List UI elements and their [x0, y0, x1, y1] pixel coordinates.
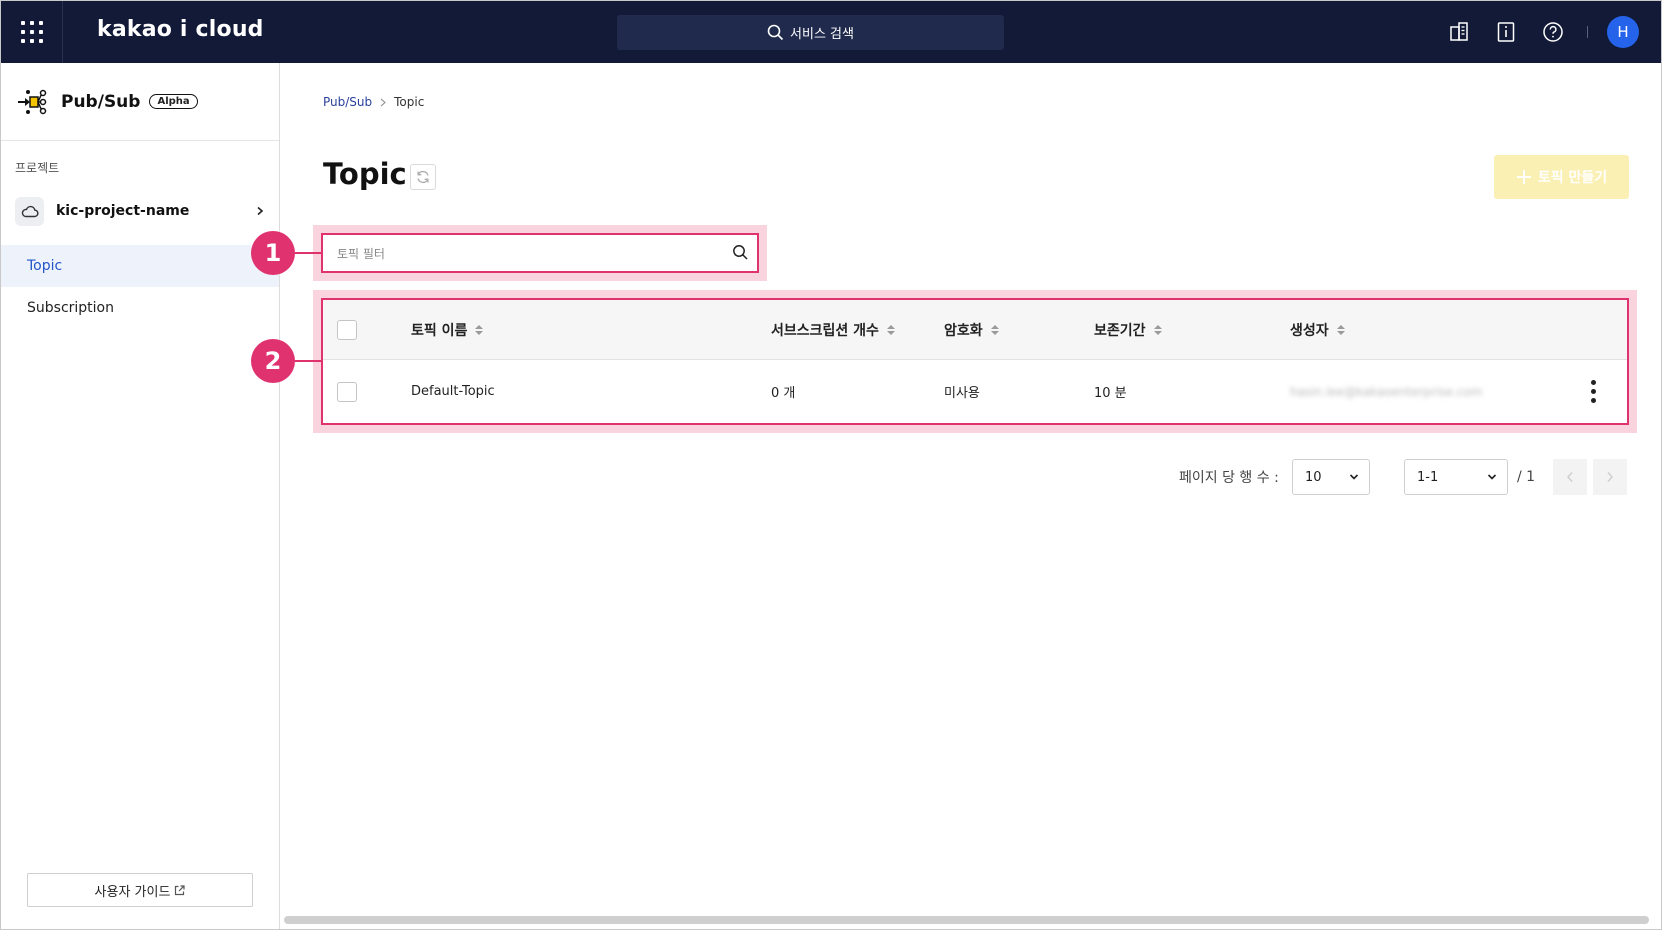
- refresh-button[interactable]: [410, 164, 436, 190]
- project-label: 프로젝트: [15, 161, 60, 175]
- next-page-button[interactable]: [1593, 459, 1627, 495]
- marker-2-leader: [295, 360, 323, 362]
- chevron-right-icon: [257, 206, 264, 216]
- column-header-topic-name[interactable]: 토픽 이름: [411, 300, 484, 359]
- column-header-label: 서브스크립션 개수: [771, 322, 879, 339]
- breadcrumb-separator-icon: [380, 98, 387, 106]
- page-range-select[interactable]: 1-1: [1404, 459, 1508, 495]
- plus-icon: [1516, 170, 1531, 184]
- chevron-down-icon: [1487, 474, 1497, 480]
- header-checkbox-cell: [337, 300, 357, 359]
- search-placeholder: 서비스 검색: [790, 27, 854, 42]
- service-name: Pub/Sub: [61, 91, 141, 112]
- cell-creator: hasin.lee@kakaoenterprise.com: [1290, 384, 1483, 399]
- table-header: 토픽 이름 서브스크립션 개수 암호화 보존기간 생성자: [323, 300, 1627, 360]
- rows-per-page-select[interactable]: 10: [1292, 459, 1370, 495]
- refresh-icon: [417, 170, 429, 184]
- service-header: Pub/Sub Alpha: [1, 63, 279, 141]
- user-guide-label: 사용자 가이드: [94, 884, 171, 900]
- user-avatar[interactable]: H: [1607, 16, 1639, 48]
- sort-icon: [886, 324, 895, 335]
- rows-per-page-label: 페이지 당 행 수 :: [1179, 470, 1279, 486]
- column-header-label: 암호화: [944, 322, 983, 339]
- sort-icon: [475, 324, 484, 335]
- filter-placeholder: 토픽 필터: [337, 247, 385, 261]
- chevron-down-icon: [1349, 474, 1359, 480]
- sort-icon: [1153, 324, 1162, 335]
- grid-menu-icon[interactable]: [1, 1, 63, 63]
- cell-subscriptions: 0 개: [771, 386, 796, 401]
- rows-per-page-value: 10: [1305, 469, 1322, 485]
- column-header-retention[interactable]: 보존기간: [1094, 300, 1162, 359]
- project-name: kic-project-name: [56, 203, 190, 219]
- column-header-label: 보존기간: [1094, 322, 1146, 339]
- row-checkbox[interactable]: [337, 381, 357, 402]
- sidebar-item-subscription[interactable]: Subscription: [1, 287, 279, 329]
- marker-2: 2: [251, 339, 295, 383]
- breadcrumb: Pub/Sub Topic: [323, 95, 424, 109]
- cell-encryption: 미사용: [944, 386, 980, 401]
- topic-table: 토픽 이름 서브스크립션 개수 암호화 보존기간 생성자 Default-Top…: [321, 298, 1629, 425]
- breadcrumb-current: Topic: [394, 95, 425, 109]
- cell-retention: 10 분: [1094, 386, 1127, 401]
- column-header-label: 토픽 이름: [411, 322, 468, 339]
- chevron-right-icon: [1607, 472, 1614, 482]
- column-header-subscriptions[interactable]: 서브스크립션 개수: [771, 300, 895, 359]
- topic-filter-input[interactable]: 토픽 필터: [321, 233, 759, 273]
- cloud-icon: [15, 196, 44, 226]
- page-title: Topic: [323, 157, 407, 191]
- table-row[interactable]: Default-Topic 0 개 미사용 10 분 hasin.lee@kak…: [323, 361, 1627, 422]
- alpha-badge: Alpha: [149, 94, 198, 109]
- sidebar-item-topic[interactable]: Topic: [1, 245, 279, 287]
- breadcrumb-link-pubsub[interactable]: Pub/Sub: [323, 95, 372, 109]
- previous-page-button[interactable]: [1553, 459, 1587, 495]
- top-navigation-bar: kakao i cloud 서비스 검색 H: [1, 1, 1661, 63]
- create-topic-label: 토픽 만들기: [1537, 170, 1608, 186]
- row-actions-menu[interactable]: [1591, 361, 1596, 422]
- sidebar: Pub/Sub Alpha 프로젝트 kic-project-name Topi…: [1, 63, 280, 929]
- create-topic-button[interactable]: 토픽 만들기: [1494, 155, 1629, 199]
- total-pages: / 1: [1517, 469, 1536, 485]
- page-range-value: 1-1: [1417, 469, 1439, 485]
- service-search-bar[interactable]: 서비스 검색: [617, 15, 1004, 50]
- building-icon[interactable]: [1446, 19, 1472, 45]
- column-header-creator[interactable]: 생성자: [1290, 300, 1345, 359]
- external-link-icon: [175, 884, 186, 895]
- kakao-cloud-logo[interactable]: kakao i cloud: [97, 17, 264, 42]
- marker-1-leader: [295, 252, 323, 254]
- marker-1: 1: [251, 231, 295, 275]
- cell-topic-name[interactable]: Default-Topic: [411, 361, 495, 422]
- user-guide-button[interactable]: 사용자 가이드: [27, 873, 253, 907]
- sort-icon: [1336, 324, 1345, 335]
- select-all-checkbox[interactable]: [337, 319, 357, 340]
- project-selector[interactable]: kic-project-name: [15, 195, 265, 227]
- chevron-left-icon: [1566, 472, 1573, 482]
- app-window: kakao i cloud 서비스 검색 H Pub/Sub Alpha 프로젝…: [0, 0, 1662, 930]
- column-header-encryption[interactable]: 암호화: [944, 300, 999, 359]
- row-checkbox-cell: [337, 361, 357, 422]
- sort-icon: [990, 324, 999, 335]
- topbar-divider: [1587, 26, 1588, 38]
- search-icon: [767, 24, 784, 41]
- search-icon: [733, 245, 748, 260]
- help-icon[interactable]: [1540, 19, 1566, 45]
- more-vertical-icon: [1591, 380, 1596, 403]
- column-header-label: 생성자: [1290, 322, 1329, 339]
- document-info-icon[interactable]: [1493, 19, 1519, 45]
- horizontal-scrollbar[interactable]: [284, 916, 1649, 924]
- pubsub-service-icon: [18, 89, 47, 114]
